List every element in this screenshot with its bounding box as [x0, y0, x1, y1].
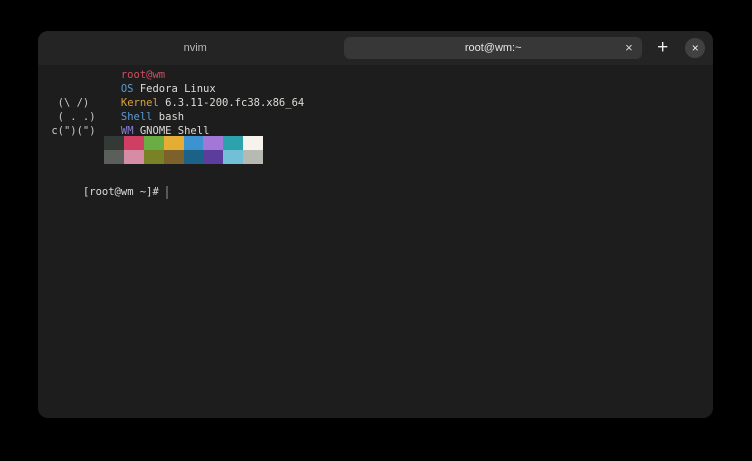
- palette-swatch: [104, 136, 124, 150]
- palette-swatch: [164, 136, 184, 150]
- new-tab-button[interactable]: +: [648, 35, 677, 61]
- color-palette: [104, 136, 263, 164]
- plus-icon: +: [657, 37, 668, 58]
- text-cursor: [166, 186, 169, 199]
- close-icon: ×: [625, 40, 633, 55]
- shell-prompt: [root@wm ~]#: [45, 171, 168, 213]
- palette-swatch: [203, 150, 223, 164]
- fastfetch-segment: Kernel: [121, 97, 159, 109]
- palette-swatch: [124, 150, 144, 164]
- palette-swatch: [223, 136, 243, 150]
- fastfetch-segment: bash: [152, 111, 184, 123]
- palette-swatch: [243, 150, 263, 164]
- tab-bar[interactable]: nvim root@wm:~ × + ×: [38, 31, 713, 65]
- palette-swatch: [223, 150, 243, 164]
- fastfetch-segment: OS: [121, 83, 134, 95]
- fastfetch-output: root@wm OS Fedora Linux (\ /) Kernel 6.3…: [45, 68, 304, 138]
- palette-swatch: [144, 150, 164, 164]
- fastfetch-segment: [45, 83, 121, 95]
- window-close-button[interactable]: ×: [685, 38, 705, 58]
- palette-swatch: [184, 136, 204, 150]
- fastfetch-segment: 6.3.11-200.fc38.x86_64: [159, 97, 304, 109]
- palette-swatch: [243, 136, 263, 150]
- fastfetch-segment: [89, 97, 121, 109]
- palette-swatch: [104, 150, 124, 164]
- fastfetch-segment: Shell: [121, 111, 153, 123]
- palette-swatch: [164, 150, 184, 164]
- fastfetch-segment: [96, 111, 121, 123]
- fastfetch-segment: (\ /): [45, 97, 89, 109]
- close-icon: ×: [692, 41, 699, 55]
- fastfetch-segment: c(")("): [45, 125, 96, 137]
- palette-swatch: [203, 136, 223, 150]
- tab-close-button[interactable]: ×: [621, 40, 637, 56]
- palette-swatch: [144, 136, 164, 150]
- tab-root-wm[interactable]: root@wm:~ ×: [344, 37, 641, 59]
- terminal-area[interactable]: root@wm OS Fedora Linux (\ /) Kernel 6.3…: [38, 65, 713, 418]
- fastfetch-segment: Fedora Linux: [134, 83, 216, 95]
- fastfetch-segment: root@wm: [121, 69, 165, 81]
- palette-row: [104, 136, 263, 150]
- palette-row: [104, 150, 263, 164]
- tab-nvim-label: nvim: [184, 42, 207, 54]
- terminal-window: nvim root@wm:~ × + × root@wm OS Fedora L…: [38, 31, 713, 418]
- tab-root-wm-label: root@wm:~: [465, 42, 522, 54]
- fastfetch-segment: [45, 69, 121, 81]
- palette-swatch: [184, 150, 204, 164]
- prompt-text: [root@wm ~]#: [83, 186, 165, 198]
- tab-nvim[interactable]: nvim: [46, 37, 344, 59]
- palette-swatch: [124, 136, 144, 150]
- fastfetch-segment: ( . .): [45, 111, 96, 123]
